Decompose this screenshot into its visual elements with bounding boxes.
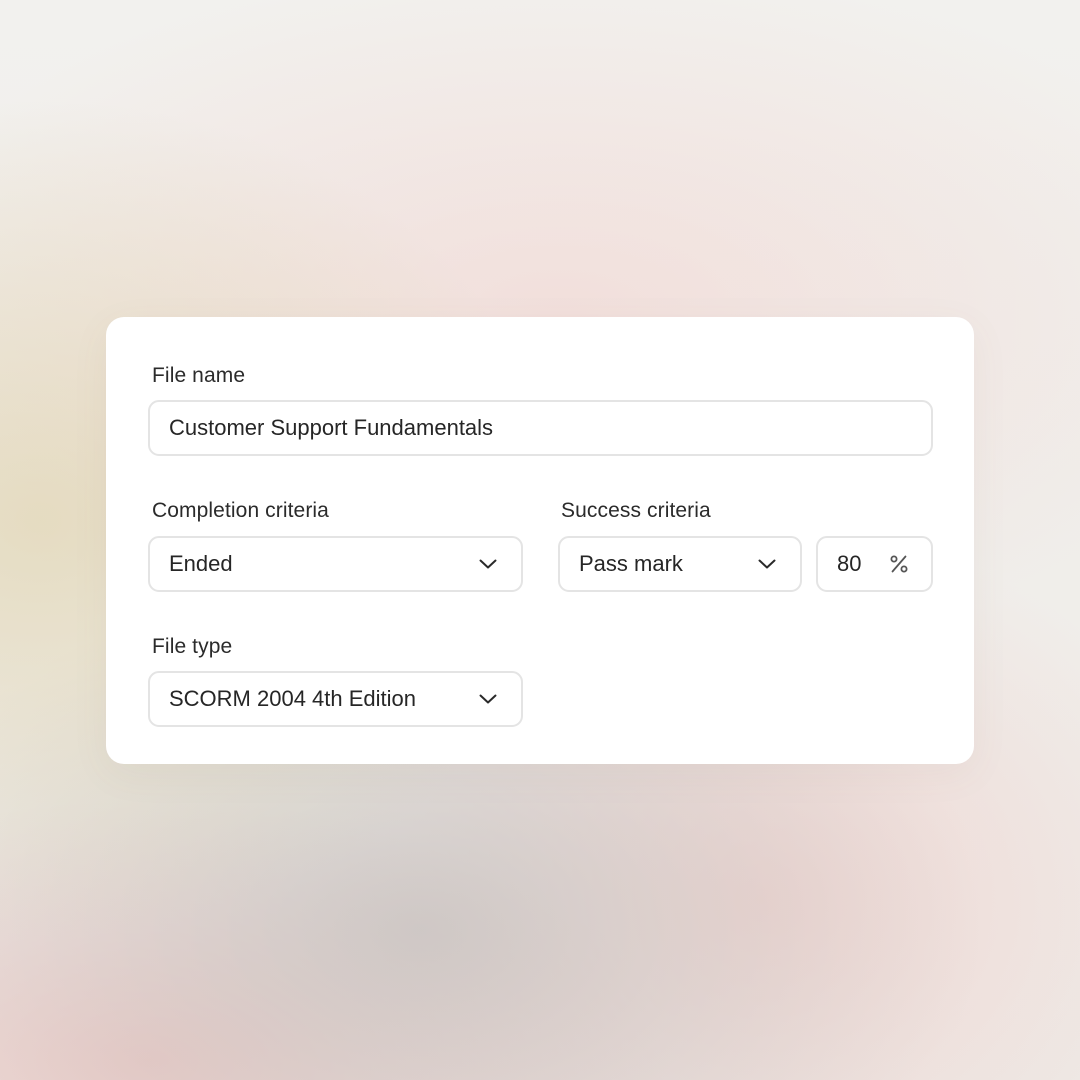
file-type-label: File type xyxy=(152,635,233,658)
file-type-value: SCORM 2004 4th Edition xyxy=(169,686,417,711)
percent-icon xyxy=(890,555,908,573)
completion-criteria-select[interactable]: Ended xyxy=(148,536,523,592)
file-name-value: Customer Support Fundamentals xyxy=(169,415,494,440)
pass-mark-input[interactable]: 80 xyxy=(816,536,933,592)
completion-criteria-value: Ended xyxy=(169,551,233,576)
file-name-input[interactable]: Customer Support Fundamentals xyxy=(148,400,933,456)
success-criteria-label: Success criteria xyxy=(561,499,711,522)
success-criteria-select[interactable]: Pass mark xyxy=(558,536,802,592)
file-type-select[interactable]: SCORM 2004 4th Edition xyxy=(148,671,523,727)
chevron-down-icon xyxy=(758,559,776,569)
chevron-down-icon xyxy=(479,694,497,704)
chevron-down-icon xyxy=(479,559,497,569)
success-criteria-value: Pass mark xyxy=(579,551,683,576)
file-name-label: File name xyxy=(152,364,246,387)
completion-criteria-label: Completion criteria xyxy=(152,499,329,522)
settings-card: File name Customer Support Fundamentals … xyxy=(106,317,974,764)
pass-mark-value: 80 xyxy=(837,551,862,576)
